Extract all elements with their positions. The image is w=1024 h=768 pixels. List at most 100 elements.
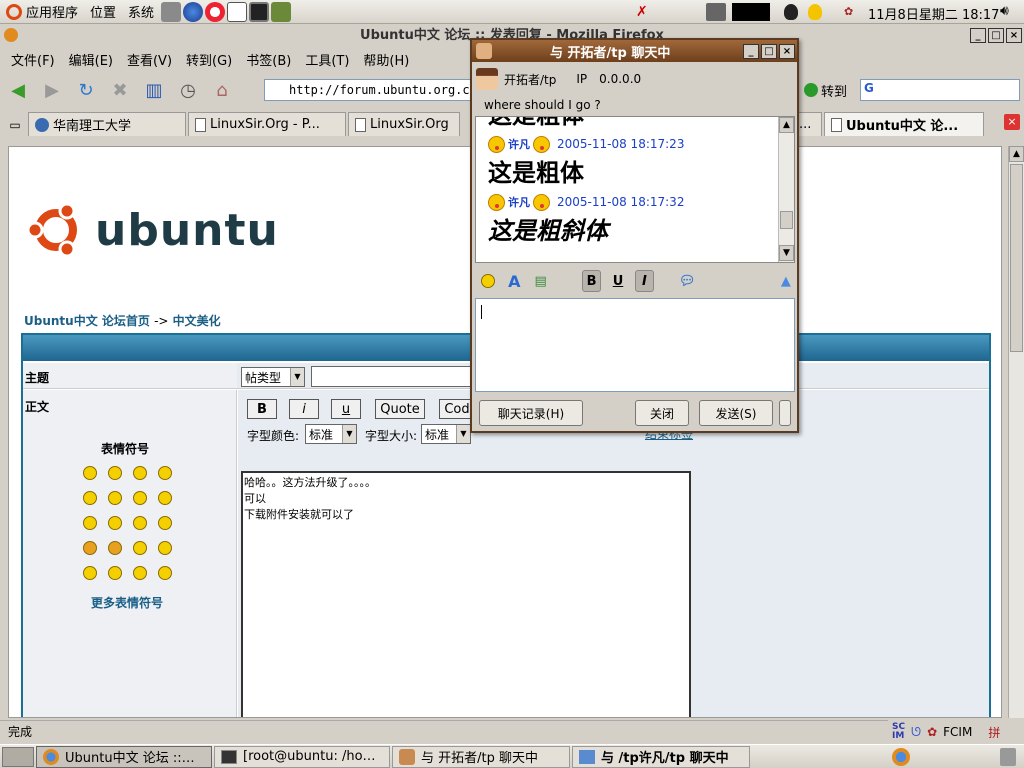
arrow-icon[interactable] bbox=[158, 566, 172, 580]
close-tab-icon[interactable]: × bbox=[1004, 114, 1020, 130]
chat-scrollbar[interactable]: ▲ ▼ bbox=[778, 117, 794, 262]
bold-button[interactable]: B bbox=[247, 399, 277, 419]
goto-button[interactable]: 转到 bbox=[804, 80, 847, 100]
pinyin-label[interactable]: 拼 bbox=[988, 724, 1000, 741]
smiley-icon[interactable] bbox=[83, 516, 97, 530]
chat-title-bar[interactable]: 与 开拓者/tp 聊天中 _ □ × bbox=[472, 40, 797, 62]
stop-icon[interactable]: ✖ bbox=[106, 76, 134, 104]
places-menu[interactable]: 位置 bbox=[84, 0, 122, 24]
question-icon[interactable] bbox=[108, 566, 122, 580]
qq-icon[interactable] bbox=[784, 4, 798, 20]
smiley-icon[interactable] bbox=[83, 466, 97, 480]
smiley-icon[interactable] bbox=[133, 516, 147, 530]
chat-message-input[interactable] bbox=[475, 298, 795, 392]
menu-go[interactable]: 转到(G) bbox=[179, 50, 239, 69]
close-window-button[interactable]: × bbox=[1006, 28, 1022, 43]
breadcrumb-section-link[interactable]: 中文美化 bbox=[173, 314, 221, 328]
scroll-up-icon[interactable]: ▲ bbox=[779, 117, 794, 133]
font-icon[interactable]: A bbox=[505, 270, 523, 292]
ubuntu-logo[interactable]: ubuntu bbox=[27, 201, 279, 259]
font-color-select[interactable]: 标准 ▼ bbox=[305, 424, 357, 444]
fcim-label[interactable]: FCIM bbox=[943, 725, 972, 739]
smiley-icon[interactable] bbox=[83, 541, 97, 555]
send-options-button[interactable] bbox=[779, 400, 791, 426]
quote-button[interactable]: Quote bbox=[375, 399, 425, 419]
smiley-icon[interactable] bbox=[158, 491, 172, 505]
chat-underline-button[interactable]: U bbox=[609, 270, 627, 292]
page-scrollbar[interactable]: ▲ bbox=[1008, 146, 1024, 718]
volume-muted-icon[interactable]: ✗ bbox=[636, 4, 654, 20]
dictionary-launcher-icon[interactable] bbox=[271, 1, 292, 22]
menu-edit[interactable]: 编辑(E) bbox=[62, 50, 120, 69]
menu-view[interactable]: 查看(V) bbox=[120, 50, 179, 69]
tab-ubuntu-forum[interactable]: Ubuntu中文 论... bbox=[824, 112, 984, 136]
scroll-thumb[interactable] bbox=[1010, 164, 1023, 352]
smiley-icon[interactable] bbox=[108, 516, 122, 530]
smiley-icon[interactable] bbox=[479, 270, 497, 292]
post-type-select[interactable]: 帖类型 ▼ bbox=[241, 367, 305, 387]
trash-icon[interactable] bbox=[1000, 748, 1016, 766]
tab-scut[interactable]: 华南理工大学 bbox=[28, 112, 186, 136]
tab-linuxsir-2[interactable]: LinuxSir.Org bbox=[348, 112, 460, 136]
forward-button[interactable]: ▶ bbox=[38, 76, 66, 104]
chat-close-button[interactable]: × bbox=[779, 43, 795, 59]
scroll-up-icon[interactable]: ▲ bbox=[1009, 146, 1024, 162]
chat-minimize-button[interactable]: _ bbox=[743, 43, 759, 59]
smiley-icon[interactable] bbox=[108, 541, 122, 555]
show-desktop-icon[interactable] bbox=[2, 746, 34, 767]
chat-send-button[interactable]: 发送(S) bbox=[699, 400, 773, 426]
smiley-icon[interactable] bbox=[158, 541, 172, 555]
task-firefox[interactable]: Ubuntu中文 论坛 ::… bbox=[36, 745, 212, 768]
scroll-down-icon[interactable]: ▼ bbox=[779, 245, 794, 261]
idea-icon[interactable] bbox=[133, 566, 147, 580]
network-icon[interactable] bbox=[161, 1, 182, 22]
chat-bold-button[interactable]: B bbox=[582, 270, 601, 292]
smiley-icon[interactable] bbox=[133, 491, 147, 505]
terminal-launcher-icon[interactable] bbox=[249, 1, 270, 22]
home-icon[interactable]: ⌂ bbox=[208, 76, 236, 104]
minimize-button[interactable]: _ bbox=[970, 28, 986, 43]
menu-tools[interactable]: 工具(T) bbox=[298, 50, 356, 69]
message-textarea[interactable]: 哈哈。。这方法升级了。。。。 可以 下载附件安装就可以了 bbox=[241, 471, 691, 717]
smiley-icon[interactable] bbox=[133, 541, 147, 555]
clock[interactable]: 11月8日星期二 18:17 bbox=[868, 4, 999, 23]
help-launcher-icon[interactable] bbox=[205, 1, 226, 22]
font-size-select[interactable]: 标准 ▼ bbox=[421, 424, 471, 444]
ime-tray-icon[interactable]: ✿ bbox=[844, 5, 860, 19]
swirl-icon[interactable]: ᘎ bbox=[911, 725, 921, 740]
tab-list-icon[interactable]: ▭ bbox=[4, 114, 26, 136]
task-terminal[interactable]: [root@ubuntu: /ho… bbox=[214, 745, 390, 768]
editor-launcher-icon[interactable] bbox=[227, 1, 248, 22]
back-button[interactable]: ◀ bbox=[4, 76, 32, 104]
color-icon[interactable]: ▤ bbox=[531, 270, 549, 292]
scim-icon[interactable]: SC IM bbox=[892, 723, 905, 741]
qq-alert-icon[interactable] bbox=[808, 4, 822, 20]
fcim-icon[interactable]: ✿ bbox=[927, 725, 937, 739]
smiley-icon[interactable] bbox=[133, 466, 147, 480]
search-input[interactable]: G bbox=[860, 79, 1020, 101]
scroll-thumb[interactable] bbox=[780, 211, 793, 229]
italic-button[interactable]: i bbox=[289, 399, 319, 419]
applications-menu[interactable]: 应用程序 bbox=[0, 0, 84, 24]
bookmarks-icon[interactable]: ▥ bbox=[140, 76, 168, 104]
more-smileys-link[interactable]: 更多表情符号 bbox=[91, 594, 163, 611]
exclamation-icon[interactable] bbox=[83, 566, 97, 580]
task-chat-xufan[interactable]: 与 /tp许凡/tp 聊天中 bbox=[572, 745, 750, 768]
smiley-icon[interactable] bbox=[83, 491, 97, 505]
reload-icon[interactable]: ↻ bbox=[72, 76, 100, 104]
chat-history[interactable]: 这是粗体 许凡 2005-11-08 18:17:23 这是粗体 许凡 2005… bbox=[475, 116, 795, 263]
chat-history-button[interactable]: 聊天记录(H) bbox=[479, 400, 583, 426]
firefox-tray-icon[interactable] bbox=[892, 748, 910, 766]
system-menu[interactable]: 系统 bbox=[122, 0, 160, 24]
menu-file[interactable]: 文件(F) bbox=[4, 50, 62, 69]
speech-bubble-icon[interactable]: 💬︎ bbox=[678, 270, 696, 292]
chat-italic-button[interactable]: I bbox=[635, 270, 654, 292]
breadcrumb-home-link[interactable]: Ubuntu中文 论坛首页 bbox=[24, 314, 150, 328]
menu-help[interactable]: 帮助(H) bbox=[356, 50, 416, 69]
history-icon[interactable]: ◷ bbox=[174, 76, 202, 104]
underline-button[interactable]: u bbox=[331, 399, 361, 419]
bell-icon[interactable]: ▲ bbox=[777, 270, 795, 292]
chat-maximize-button[interactable]: □ bbox=[761, 43, 777, 59]
tab-linuxsir-1[interactable]: LinuxSir.Org - P... bbox=[188, 112, 346, 136]
smiley-icon[interactable] bbox=[158, 516, 172, 530]
